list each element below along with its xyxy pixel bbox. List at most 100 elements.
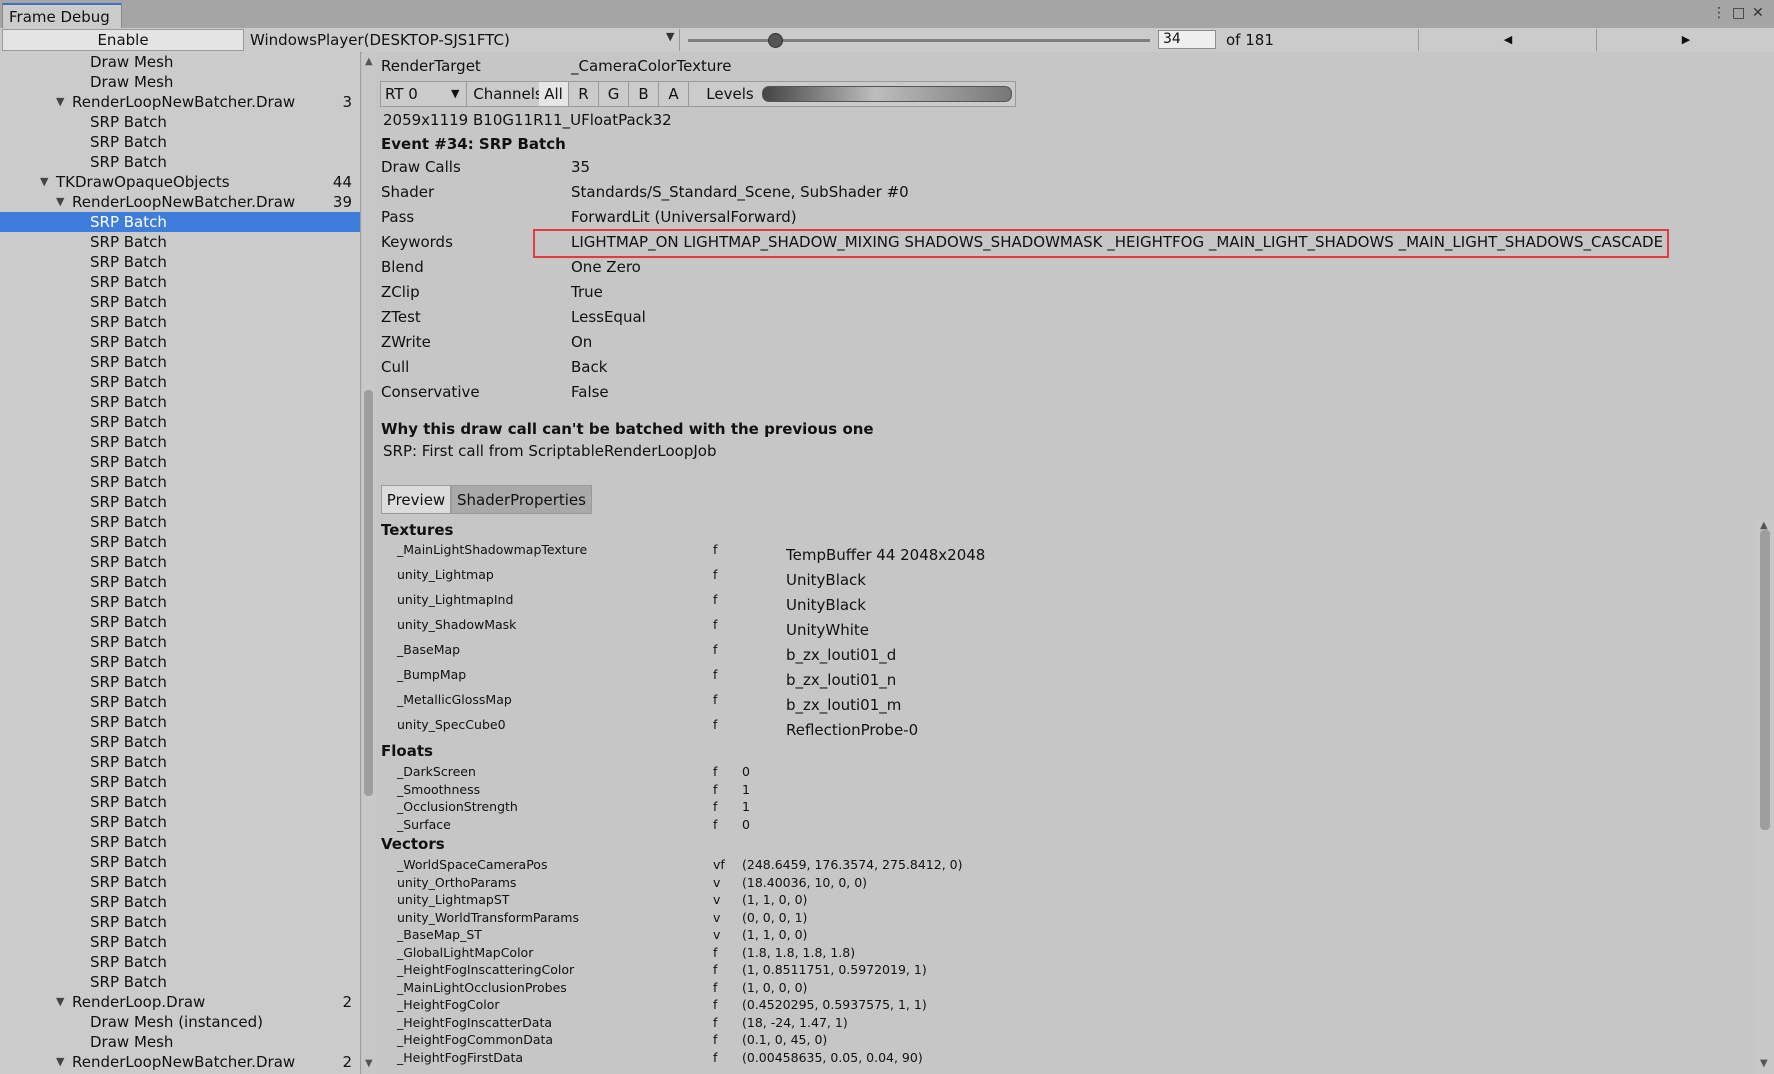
tree-row[interactable]: Draw Mesh [0,52,360,72]
tab-shader-properties[interactable]: ShaderProperties [451,485,592,514]
tree-row-label: Draw Mesh [90,1033,174,1051]
tree-row[interactable]: SRP Batch [0,612,360,632]
expand-arrow-icon[interactable]: ▼ [40,172,48,192]
tree-row[interactable]: ▼ RenderLoopNewBatcher.Draw 2 [0,1052,360,1072]
tree-row[interactable]: SRP Batch [0,312,360,332]
player-dropdown[interactable]: WindowsPlayer(DESKTOP-SJS1FTC) [246,29,680,51]
tab-preview[interactable]: Preview [381,485,451,514]
event-slider-thumb[interactable] [767,33,783,48]
tree-row[interactable]: SRP Batch [0,652,360,672]
tree-row[interactable]: SRP Batch [0,632,360,652]
tree-row-label: SRP Batch [90,853,167,871]
render-target-value[interactable]: _CameraColorTexture [571,57,731,75]
maximize-icon[interactable]: □ [1732,5,1745,21]
tree-row[interactable]: SRP Batch [0,912,360,932]
tree-row[interactable]: SRP Batch [0,112,360,132]
texture-name: _MainLightShadowmapTexture [397,542,588,557]
expand-arrow-icon[interactable]: ▼ [56,1052,64,1072]
tree-row[interactable]: ▼ RenderLoop.Draw 2 [0,992,360,1012]
tree-row[interactable]: Draw Mesh (instanced) [0,1012,360,1032]
enable-button[interactable]: Enable [2,29,244,51]
next-event-button[interactable]: ▶ [1596,29,1774,51]
tree-row[interactable]: SRP Batch [0,232,360,252]
texture-value[interactable]: b_zx_louti01_n [786,671,896,689]
channel-all-button[interactable]: All [539,82,569,106]
tree-row[interactable]: ▼ RenderLoopNewBatcher.Draw 3 [0,92,360,112]
close-icon[interactable]: ✕ [1752,5,1764,21]
tree-row[interactable]: Draw Mesh [0,1032,360,1052]
tree-row[interactable]: SRP Batch [0,772,360,792]
tree-row-selected[interactable]: SRP Batch [0,212,360,232]
tree-row[interactable]: SRP Batch [0,292,360,312]
scroll-up-icon[interactable]: ▲ [365,56,373,67]
tree-row[interactable]: SRP Batch [0,552,360,572]
texture-value[interactable]: ReflectionProbe-0 [786,721,918,739]
tree-row[interactable]: SRP Batch [0,872,360,892]
tree-scrollbar-thumb[interactable] [364,390,373,796]
tree-row[interactable]: SRP Batch [0,432,360,452]
menu-icon[interactable]: ⋮ [1712,5,1726,21]
tree-row[interactable]: ▼ TKDrawOpaqueObjects 44 [0,172,360,192]
tree-row[interactable]: SRP Batch [0,512,360,532]
tree-row[interactable]: SRP Batch [0,332,360,352]
tree-row[interactable]: SRP Batch [0,852,360,872]
tree-row[interactable]: SRP Batch [0,952,360,972]
tree-row[interactable]: SRP Batch [0,372,360,392]
tree-row[interactable]: SRP Batch [0,392,360,412]
tree-row[interactable]: ▼ RenderLoopNewBatcher.Draw 39 [0,192,360,212]
property-label: ZClip [381,283,420,301]
tree-row[interactable]: SRP Batch [0,252,360,272]
channel-g-button[interactable]: G [599,82,629,106]
tree-row[interactable]: SRP Batch [0,692,360,712]
tree-row[interactable]: SRP Batch [0,832,360,852]
tree-row[interactable]: SRP Batch [0,672,360,692]
float-name: _Smoothness [397,781,481,797]
tree-row-label: SRP Batch [90,153,167,171]
tree-row[interactable]: SRP Batch [0,352,360,372]
tree-row[interactable]: SRP Batch [0,272,360,292]
scroll-down-icon[interactable]: ▼ [1760,1058,1768,1069]
tree-row[interactable]: SRP Batch [0,972,360,992]
tree-row[interactable]: SRP Batch [0,792,360,812]
tree-row[interactable]: SRP Batch [0,752,360,772]
scroll-down-icon[interactable]: ▼ [365,1058,373,1069]
tree-row[interactable]: SRP Batch [0,152,360,172]
tree-row[interactable]: SRP Batch [0,412,360,432]
event-index-input[interactable]: 34 [1158,30,1216,49]
expand-arrow-icon[interactable]: ▼ [56,992,64,1012]
tree-row[interactable]: SRP Batch [0,732,360,752]
tree-row[interactable]: SRP Batch [0,452,360,472]
tab-frame-debug[interactable]: Frame Debug [2,3,122,29]
rt-dropdown[interactable]: RT 0 ▼ [381,82,467,106]
texture-value[interactable]: UnityWhite [786,621,869,639]
tree-row[interactable]: SRP Batch [0,592,360,612]
event-slider-track[interactable] [688,39,1150,42]
channel-b-button[interactable]: B [629,82,659,106]
channel-r-button[interactable]: R [569,82,599,106]
tree-row[interactable]: SRP Batch [0,712,360,732]
channel-a-button[interactable]: A [659,82,689,106]
tree-row[interactable]: SRP Batch [0,572,360,592]
texture-value[interactable]: UnityBlack [786,596,866,614]
texture-value[interactable]: TempBuffer 44 2048x2048 [786,546,985,564]
texture-value[interactable]: UnityBlack [786,571,866,589]
texture-value[interactable]: b_zx_louti01_m [786,696,901,714]
tree-row[interactable]: SRP Batch [0,932,360,952]
tree-row[interactable]: Draw Mesh [0,72,360,92]
tree-row[interactable]: SRP Batch [0,492,360,512]
previous-event-button[interactable]: ◀ [1418,29,1597,51]
tree-row[interactable]: SRP Batch [0,472,360,492]
details-scrollbar-thumb[interactable] [1760,530,1770,830]
expand-arrow-icon[interactable]: ▼ [56,92,64,112]
tree-row[interactable]: SRP Batch [0,132,360,152]
tree-row[interactable]: SRP Batch [0,532,360,552]
property-value: Back [571,358,608,376]
tree-row[interactable]: SRP Batch [0,892,360,912]
tree-row[interactable]: SRP Batch [0,812,360,832]
tree-row-label: SRP Batch [90,833,167,851]
chevron-down-icon: ▼ [451,87,460,100]
texture-value[interactable]: b_zx_louti01_d [786,646,896,664]
levels-slider[interactable] [762,86,1012,102]
expand-arrow-icon[interactable]: ▼ [56,192,64,212]
tree-row-label: SRP Batch [90,433,167,451]
